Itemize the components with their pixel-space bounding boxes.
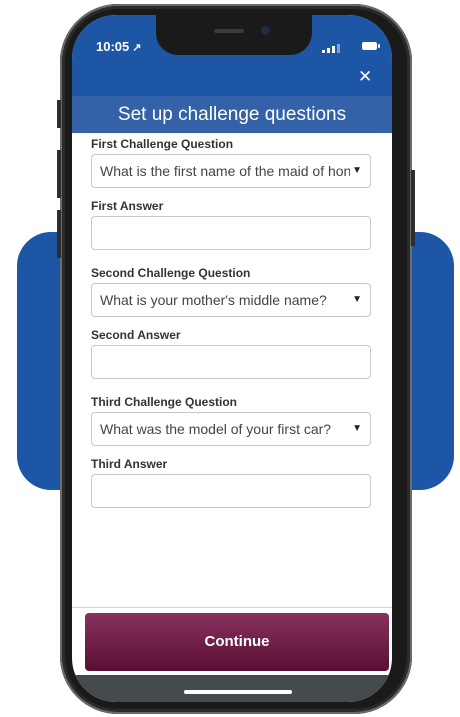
first-answer-label: First Answer [91, 199, 164, 213]
status-time-text: 10:05 [96, 39, 130, 54]
phone-volume-up-button [57, 150, 61, 198]
first-question-label: First Challenge Question [91, 137, 234, 151]
home-bar-area [72, 675, 392, 702]
chevron-down-icon: ▼ [350, 284, 362, 316]
first-answer-input[interactable] [91, 216, 371, 250]
location-arrow-icon: ↗ [132, 42, 142, 54]
second-answer-label: Second Answer [91, 328, 181, 342]
phone-notch [156, 15, 312, 55]
notch-speaker [214, 29, 244, 33]
second-question-select[interactable]: What is your mother's middle name? ▼ [91, 283, 371, 317]
second-answer-input[interactable] [91, 345, 371, 379]
battery-icon [362, 42, 380, 50]
close-icon[interactable]: ✕ [358, 67, 372, 87]
status-time: 10:05 ↗ [96, 39, 141, 54]
continue-button[interactable]: Continue [85, 613, 389, 671]
first-question-value: What is the first name of the maid of ho… [100, 163, 358, 179]
phone-power-button [411, 170, 415, 246]
third-question-label: Third Challenge Question [91, 395, 238, 409]
first-question-select[interactable]: What is the first name of the maid of ho… [91, 154, 371, 188]
chevron-down-icon: ▼ [350, 155, 362, 187]
phone-screen: 10:05 ↗ ✕ Set up challenge questions Firs… [72, 15, 392, 702]
chevron-down-icon: ▼ [350, 413, 362, 445]
second-question-value: What is your mother's middle name? [100, 292, 327, 308]
third-question-value: What was the model of your first car? [100, 421, 332, 437]
notch-camera [261, 26, 270, 35]
stage: 10:05 ↗ ✕ Set up challenge questions Firs… [0, 0, 460, 717]
top-bar: 10:05 ↗ ✕ [72, 15, 392, 96]
phone-side-button [57, 100, 61, 128]
cellular-signal-icon [322, 43, 340, 53]
page-title: Set up challenge questions [72, 96, 392, 133]
phone-volume-down-button [57, 210, 61, 258]
third-question-select[interactable]: What was the model of your first car? ▼ [91, 412, 371, 446]
third-answer-input[interactable] [91, 474, 371, 508]
third-answer-label: Third Answer [91, 457, 168, 471]
footer-divider [72, 607, 392, 608]
challenge-questions-form: First Challenge Question What is the fir… [91, 136, 371, 508]
home-indicator[interactable] [184, 690, 292, 694]
second-question-label: Second Challenge Question [91, 266, 251, 280]
